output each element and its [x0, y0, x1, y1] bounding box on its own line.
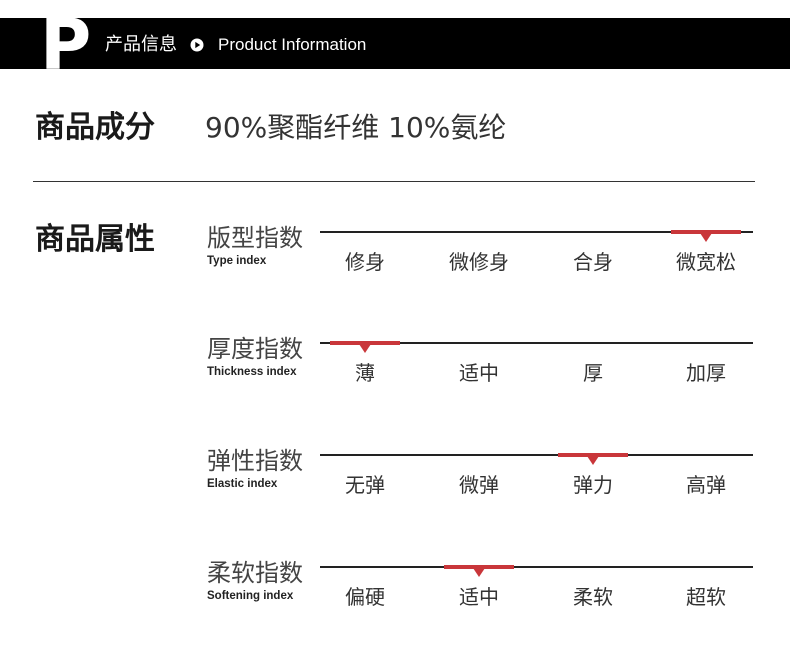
index-name-cn: 厚度指数	[207, 335, 303, 363]
index-option: 适中	[459, 585, 499, 609]
section-divider	[33, 181, 755, 182]
index-option: 高弹	[686, 473, 726, 497]
index-option: 适中	[459, 361, 499, 385]
index-option: 微弹	[459, 473, 499, 497]
index-track-line	[320, 454, 753, 456]
index-option: 弹力	[573, 473, 613, 497]
index-row-thickness: 厚度指数 Thickness index 薄 适中 厚 加厚	[0, 337, 790, 383]
logo-letter: P	[40, 18, 92, 69]
header-bar: P 产品信息 Product Information	[0, 18, 790, 69]
index-option: 无弹	[345, 473, 385, 497]
index-name-cn: 柔软指数	[207, 559, 303, 587]
index-row-elastic: 弹性指数 Elastic index 无弹 微弹 弹力 高弹	[0, 449, 790, 495]
index-option: 微修身	[449, 250, 509, 274]
index-option: 柔软	[573, 585, 613, 609]
index-name-en: Thickness index	[207, 366, 297, 378]
index-option: 厚	[583, 361, 603, 385]
index-name-en: Softening index	[207, 590, 294, 602]
index-name-cn: 弹性指数	[207, 447, 303, 475]
composition-value: 90%聚酯纤维 10%氨纶	[205, 111, 507, 144]
selection-pointer-icon	[587, 456, 599, 465]
index-option: 薄	[355, 361, 375, 385]
index-name-en: Type index	[207, 255, 267, 267]
selection-pointer-icon	[359, 344, 371, 353]
index-name-cn: 版型指数	[207, 224, 303, 252]
attributes-label: 商品属性	[35, 222, 155, 257]
index-option: 微宽松	[676, 250, 736, 274]
index-name-en: Elastic index	[207, 478, 278, 490]
selection-pointer-icon	[700, 233, 712, 242]
index-option: 加厚	[686, 361, 726, 385]
index-track-line	[320, 566, 753, 568]
header-title-cn: 产品信息	[105, 34, 177, 55]
index-option: 偏硬	[345, 585, 385, 609]
index-row-type: 版型指数 Type index 修身 微修身 合身 微宽松	[0, 226, 790, 272]
composition-label: 商品成分	[35, 110, 155, 145]
selection-pointer-icon	[473, 568, 485, 577]
header-title-en: Product Information	[218, 35, 367, 54]
index-row-softening: 柔软指数 Softening index 偏硬 适中 柔软 超软	[0, 561, 790, 607]
index-option: 超软	[686, 585, 726, 609]
index-option: 合身	[573, 250, 613, 274]
play-circle-icon	[190, 38, 204, 52]
index-option: 修身	[345, 250, 385, 274]
